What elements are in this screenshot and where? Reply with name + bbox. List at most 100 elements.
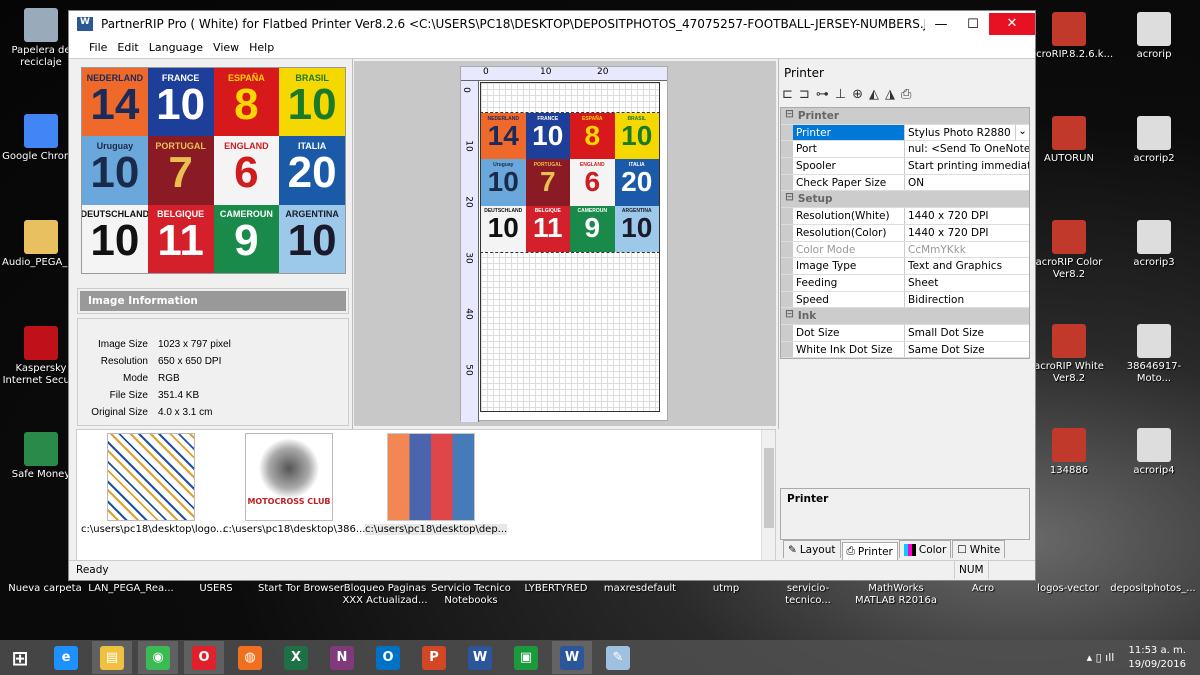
- property-value[interactable]: Small Dot Size: [905, 324, 1029, 341]
- chrome-taskbar-button[interactable]: ◉: [138, 641, 178, 674]
- property-row[interactable]: Dot Size Small Dot Size: [781, 324, 1029, 342]
- property-category[interactable]: ⊟ Setup: [781, 191, 1029, 209]
- property-value[interactable]: Sheet: [905, 274, 1029, 291]
- tab-layout[interactable]: ✎ Layout: [783, 540, 841, 558]
- align-left-icon[interactable]: ⊏: [782, 87, 793, 102]
- property-value[interactable]: Start printing immediately: [905, 158, 1029, 174]
- property-row[interactable]: Check Paper Size ON: [781, 174, 1029, 192]
- outlook-taskbar-button[interactable]: O: [368, 641, 408, 674]
- property-value[interactable]: Bidirection: [905, 291, 1029, 308]
- menu-view[interactable]: View: [213, 41, 239, 54]
- property-row[interactable]: White Ink Dot Size Same Dot Size: [781, 341, 1029, 359]
- thumbnail-item[interactable]: c:\users\pc18\desktop\logo...: [81, 433, 226, 535]
- clock-time[interactable]: 11:53 a. m.: [1128, 644, 1186, 658]
- collapse-icon[interactable]: ⊟: [785, 191, 794, 207]
- excel-taskbar-button[interactable]: X: [276, 641, 316, 674]
- collapse-icon[interactable]: ⊟: [785, 308, 794, 324]
- internet-explorer-taskbar-button[interactable]: e: [46, 641, 86, 674]
- maximize-button[interactable]: ☐: [957, 17, 989, 32]
- tab-printer[interactable]: ⎙ Printer: [841, 542, 898, 560]
- desktop-icon[interactable]: acroRIP.8.2.6.k...: [1030, 12, 1113, 61]
- desktop-icon[interactable]: Servicio Tecnico Notebooks: [428, 583, 514, 607]
- property-value[interactable]: CcMmYKkk: [905, 241, 1029, 258]
- property-row[interactable]: Resolution(White) 1440 x 720 DPI: [781, 208, 1029, 225]
- menu-language[interactable]: Language: [149, 41, 203, 54]
- desktop-icon[interactable]: maxresdefault: [597, 583, 683, 595]
- close-button[interactable]: ✕: [989, 13, 1035, 35]
- file-explorer-taskbar-button[interactable]: ▤: [92, 641, 132, 674]
- desktop-icon[interactable]: Nueva carpeta: [2, 583, 88, 595]
- tab-white[interactable]: ☐ White: [952, 540, 1006, 558]
- property-row[interactable]: Color Mode CcMmYKkk: [781, 241, 1029, 259]
- desktop-icon[interactable]: 38646917-Moto...: [1115, 324, 1193, 385]
- desktop-icon[interactable]: LYBERTYRED: [513, 583, 599, 595]
- firefox-taskbar-button[interactable]: ◍: [230, 641, 270, 674]
- desktop-icon[interactable]: utmp: [683, 583, 769, 595]
- desktop-icon[interactable]: Acro: [940, 583, 1026, 595]
- center-icon[interactable]: ⊕: [852, 87, 863, 102]
- property-row[interactable]: Speed Bidirection: [781, 291, 1029, 309]
- opera-taskbar-button[interactable]: O: [184, 641, 224, 674]
- minimize-button[interactable]: —: [925, 17, 957, 32]
- desktop-icon[interactable]: depositphotos_...: [1110, 583, 1196, 595]
- word-taskbar-button[interactable]: W: [460, 641, 500, 674]
- property-value[interactable]: Same Dot Size: [905, 341, 1029, 358]
- menu-edit[interactable]: Edit: [117, 41, 138, 54]
- desktop-icon[interactable]: Start Tor Browser: [258, 583, 344, 595]
- desktop-icon[interactable]: MathWorks MATLAB R2016a: [853, 583, 939, 607]
- desktop-icon[interactable]: AUTORUN: [1030, 116, 1108, 165]
- clock-date[interactable]: 19/09/2016: [1128, 658, 1186, 672]
- paint-taskbar-button[interactable]: ✎: [598, 641, 638, 674]
- desktop-icon[interactable]: acroRIP White Ver8.2: [1030, 324, 1108, 385]
- property-value[interactable]: Text and Graphics: [905, 258, 1029, 274]
- image-info-panel: Image Size 1023 x 797 pixel Resolution 650 …: [77, 318, 349, 426]
- vertical-scrollbar[interactable]: [761, 430, 775, 561]
- align-right-icon[interactable]: ⊐: [799, 87, 810, 102]
- desktop-icon[interactable]: acroRIP Color Ver8.2: [1030, 220, 1108, 281]
- jersey-number: 7: [539, 165, 556, 197]
- desktop-icon[interactable]: LAN_PEGA_Rea...: [88, 583, 174, 595]
- chevron-down-icon[interactable]: ⌄: [1015, 124, 1029, 141]
- store-taskbar-button[interactable]: ▣: [506, 641, 546, 674]
- property-row[interactable]: Feeding Sheet: [781, 274, 1029, 292]
- collapse-icon[interactable]: ⊟: [785, 108, 794, 124]
- tray-icons[interactable]: ▴ ▯ ıll: [1087, 651, 1115, 664]
- tab-color[interactable]: ▮Color: [898, 540, 952, 558]
- desktop-icon[interactable]: USERS: [173, 583, 259, 595]
- property-value[interactable]: 1440 x 720 DPI: [905, 208, 1029, 224]
- property-row[interactable]: SpoolerStart printing immediately: [781, 158, 1029, 175]
- property-value[interactable]: nul: <Send To OneNote: [905, 141, 1029, 158]
- file-icon: [1137, 324, 1171, 358]
- word-active-taskbar-button[interactable]: W: [552, 641, 592, 674]
- mirror-icon[interactable]: ◭: [869, 87, 879, 102]
- property-value[interactable]: 1440 x 720 DPI: [905, 224, 1029, 241]
- property-row[interactable]: Printer Stylus Photo R2880 ⌄: [781, 124, 1029, 142]
- desktop-icon[interactable]: Bloqueo Paginas XXX Actualizad...: [342, 583, 428, 607]
- property-row[interactable]: Image Type Text and Graphics: [781, 258, 1029, 275]
- property-category[interactable]: ⊟ Printer: [781, 108, 1029, 125]
- desktop-icon[interactable]: acrorip4: [1115, 428, 1193, 477]
- thumbnail-item[interactable]: c:\users\pc18\desktop\dep...: [365, 433, 508, 535]
- placed-image[interactable]: NEDERLAND 14 FRANCE 10 ESPAÑA 8 BRASIL 10 Urugua…: [480, 112, 660, 253]
- start-button[interactable]: ⊞: [0, 641, 40, 674]
- menu-file[interactable]: File: [89, 41, 107, 54]
- desktop-icon[interactable]: acrorip3: [1115, 220, 1193, 269]
- desktop-icon[interactable]: servicio-tecnico...: [765, 583, 851, 607]
- desktop-icon[interactable]: acrorip2: [1115, 116, 1193, 165]
- print-icon[interactable]: ⎙: [901, 87, 911, 102]
- powerpoint-taskbar-button[interactable]: P: [414, 641, 454, 674]
- desktop-icon[interactable]: acrorip: [1115, 12, 1193, 61]
- flip-icon[interactable]: ◮: [885, 87, 895, 102]
- property-value[interactable]: ON: [905, 174, 1029, 191]
- desktop-icon[interactable]: logos-vector: [1025, 583, 1111, 595]
- center-vertical-icon[interactable]: ⊥: [835, 87, 846, 102]
- property-row[interactable]: Resolution(Color) 1440 x 720 DPI: [781, 224, 1029, 242]
- center-horizontal-icon[interactable]: ⊶: [816, 87, 829, 102]
- property-row[interactable]: Port nul: <Send To OneNote: [781, 141, 1029, 159]
- thumbnail-item[interactable]: MOTOCROSS CLUB c:\users\pc18\desktop\386.…: [223, 433, 365, 535]
- property-value[interactable]: Stylus Photo R2880: [905, 124, 1015, 141]
- property-category[interactable]: ⊟ Ink: [781, 308, 1029, 325]
- onenote-taskbar-button[interactable]: N: [322, 641, 362, 674]
- menu-help[interactable]: Help: [249, 41, 274, 54]
- desktop-icon[interactable]: 134886: [1030, 428, 1108, 477]
